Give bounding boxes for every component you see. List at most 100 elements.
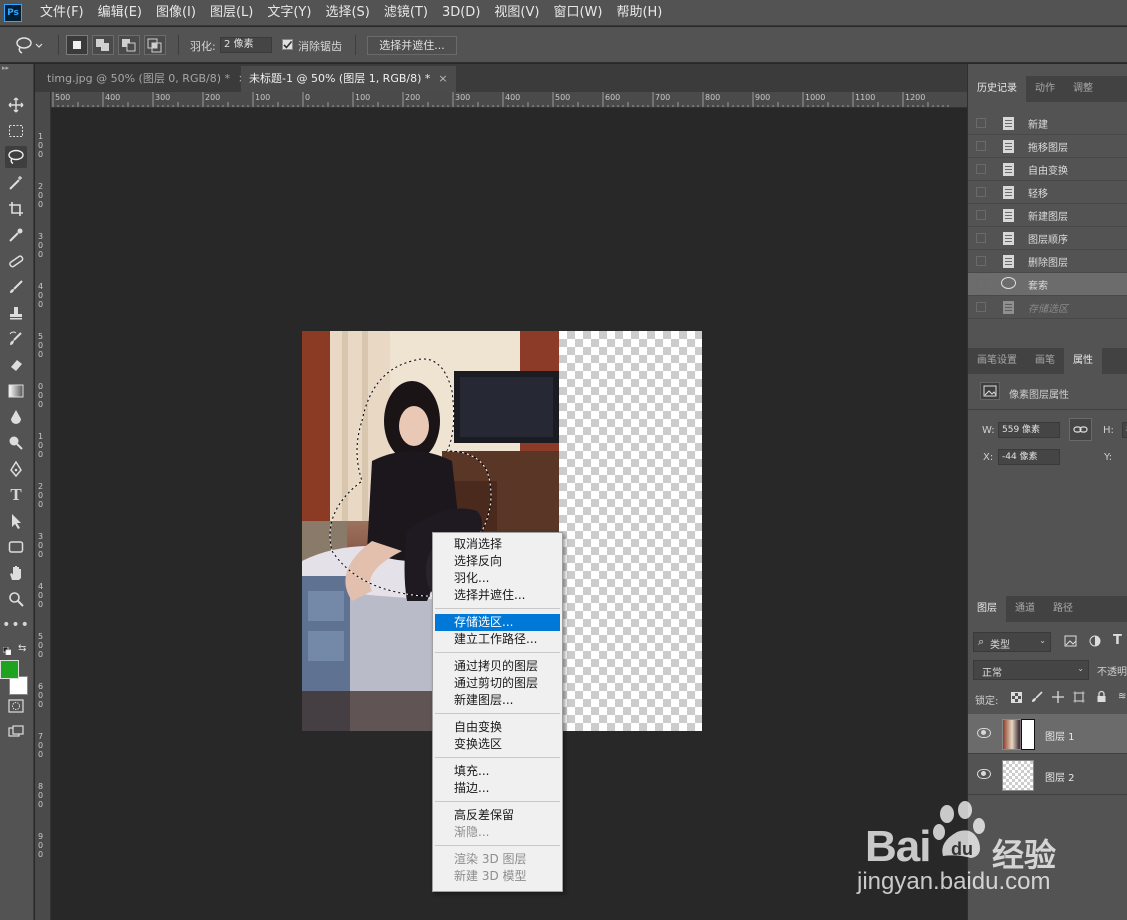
menu-edit[interactable]: 编辑(E)	[98, 0, 142, 26]
snapshot-source-checkbox[interactable]	[976, 141, 986, 151]
path-selection-tool-icon[interactable]	[5, 510, 27, 532]
filter-adjustment-icon[interactable]	[1089, 635, 1101, 647]
brush-tool-icon[interactable]	[5, 276, 27, 298]
hand-tool-icon[interactable]	[5, 562, 27, 584]
quick-mask-icon[interactable]	[5, 695, 27, 717]
context-menu-item[interactable]: 变换选区	[433, 736, 562, 753]
menu-3d[interactable]: 3D(D)	[442, 0, 480, 26]
snapshot-source-checkbox[interactable]	[976, 279, 986, 289]
link-dimensions-icon[interactable]	[1069, 418, 1092, 441]
shape-tool-icon[interactable]	[5, 536, 27, 558]
antialias-checkbox[interactable]	[282, 39, 293, 50]
context-menu-item[interactable]: 通过剪切的图层	[433, 675, 562, 692]
history-state-row[interactable]: 自由变换	[968, 158, 1127, 181]
filter-type-icon[interactable]: T	[1113, 633, 1125, 648]
layer-row[interactable]: 图层 1	[968, 714, 1127, 754]
tab-history[interactable]: 历史记录	[968, 76, 1026, 102]
magic-wand-tool-icon[interactable]	[5, 172, 27, 194]
intersect-selection-button[interactable]	[144, 35, 166, 55]
screen-mode-icon[interactable]	[5, 721, 27, 743]
pen-tool-icon[interactable]	[5, 458, 27, 480]
foreground-color-swatch[interactable]	[0, 660, 19, 679]
eraser-tool-icon[interactable]	[5, 354, 27, 376]
menu-type[interactable]: 文字(Y)	[267, 0, 311, 26]
feather-input[interactable]: 2 像素	[220, 37, 272, 53]
context-menu-item[interactable]: 建立工作路径...	[433, 631, 562, 648]
context-menu-item[interactable]: 取消选择	[433, 536, 562, 553]
menu-filter[interactable]: 滤镜(T)	[384, 0, 428, 26]
tab-layers[interactable]: 图层	[968, 596, 1006, 622]
swap-colors-icon[interactable]: ⇆	[18, 644, 28, 654]
menu-view[interactable]: 视图(V)	[494, 0, 539, 26]
snapshot-source-checkbox[interactable]	[976, 187, 986, 197]
context-menu-item[interactable]: 选择并遮住...	[433, 587, 562, 604]
zoom-tool-icon[interactable]	[5, 588, 27, 610]
lock-pixels-icon[interactable]	[1031, 691, 1043, 703]
history-state-row[interactable]: 新建	[968, 112, 1127, 135]
lock-transparent-icon[interactable]	[1011, 692, 1022, 703]
history-state-row[interactable]: 存储选区	[968, 296, 1127, 319]
dodge-tool-icon[interactable]	[5, 432, 27, 454]
tab-brushes[interactable]: 画笔	[1026, 348, 1064, 374]
tab-brush-settings[interactable]: 画笔设置	[968, 348, 1026, 374]
x-input[interactable]: -44 像素	[998, 449, 1060, 465]
filter-pixel-icon[interactable]	[1064, 635, 1077, 647]
layer-filter-select[interactable]: ⌕ 类型 ⌄	[973, 632, 1051, 652]
history-state-row[interactable]: 套索	[968, 273, 1127, 296]
tab-paths[interactable]: 路径	[1044, 596, 1082, 622]
snapshot-source-checkbox[interactable]	[976, 302, 986, 312]
snapshot-source-checkbox[interactable]	[976, 118, 986, 128]
context-menu-item[interactable]: 新建图层...	[433, 692, 562, 709]
layer-row[interactable]: 图层 2	[968, 755, 1127, 795]
history-brush-tool-icon[interactable]	[5, 328, 27, 350]
width-input[interactable]: 559 像素	[998, 422, 1060, 438]
marquee-tool-icon[interactable]	[5, 120, 27, 142]
menu-layer[interactable]: 图层(L)	[210, 0, 253, 26]
tab-close-icon[interactable]: ×	[438, 72, 447, 85]
document-tab-timg[interactable]: timg.jpg @ 50% (图层 0, RGB/8) *×	[39, 66, 255, 92]
tab-adjustments[interactable]: 调整	[1064, 76, 1102, 102]
context-menu-item[interactable]: 通过拷贝的图层	[433, 658, 562, 675]
blend-mode-select[interactable]: 正常 ⌄	[973, 660, 1089, 680]
context-menu-item[interactable]: 填充...	[433, 763, 562, 780]
default-colors-icon[interactable]	[2, 644, 12, 656]
history-state-row[interactable]: 图层顺序	[968, 227, 1127, 250]
context-menu-item[interactable]: 高反差保留	[433, 807, 562, 824]
add-selection-button[interactable]	[92, 35, 114, 55]
more-tools-icon[interactable]: •••	[2, 614, 29, 636]
visibility-eye-icon[interactable]	[977, 728, 991, 738]
history-state-row[interactable]: 拖移图层	[968, 135, 1127, 158]
toolbar-collapse-icon[interactable]: ▸▸	[0, 64, 34, 72]
lock-position-icon[interactable]	[1052, 691, 1064, 703]
lasso-preset-icon[interactable]	[14, 35, 43, 55]
gradient-tool-icon[interactable]	[5, 380, 27, 402]
menu-window[interactable]: 窗口(W)	[553, 0, 602, 26]
snapshot-source-checkbox[interactable]	[976, 210, 986, 220]
lock-all-icon[interactable]	[1096, 690, 1107, 703]
visibility-eye-icon[interactable]	[977, 769, 991, 779]
healing-brush-tool-icon[interactable]	[5, 250, 27, 272]
clone-stamp-tool-icon[interactable]	[5, 302, 27, 324]
blur-tool-icon[interactable]	[5, 406, 27, 428]
menu-help[interactable]: 帮助(H)	[616, 0, 662, 26]
history-state-row[interactable]: 新建图层	[968, 204, 1127, 227]
new-selection-button[interactable]	[66, 35, 88, 55]
snapshot-source-checkbox[interactable]	[976, 233, 986, 243]
context-menu-item[interactable]: 自由变换	[433, 719, 562, 736]
subtract-selection-button[interactable]	[118, 35, 140, 55]
tab-channels[interactable]: 通道	[1006, 596, 1044, 622]
history-state-row[interactable]: 删除图层	[968, 250, 1127, 273]
height-input[interactable]: 8	[1122, 422, 1127, 438]
history-state-row[interactable]: 轻移	[968, 181, 1127, 204]
lock-artboard-icon[interactable]	[1073, 691, 1085, 703]
crop-tool-icon[interactable]	[5, 198, 27, 220]
snapshot-source-checkbox[interactable]	[976, 164, 986, 174]
snapshot-source-checkbox[interactable]	[976, 256, 986, 266]
tab-properties[interactable]: 属性	[1064, 348, 1102, 374]
type-tool-icon[interactable]: T	[5, 484, 27, 506]
document-tab-untitled[interactable]: 未标题-1 @ 50% (图层 1, RGB/8) * ×	[241, 66, 456, 92]
menu-select[interactable]: 选择(S)	[325, 0, 369, 26]
context-menu-item[interactable]: 存储选区...	[435, 614, 560, 631]
select-and-mask-button[interactable]: 选择并遮住...	[367, 36, 457, 55]
tab-actions[interactable]: 动作	[1026, 76, 1064, 102]
